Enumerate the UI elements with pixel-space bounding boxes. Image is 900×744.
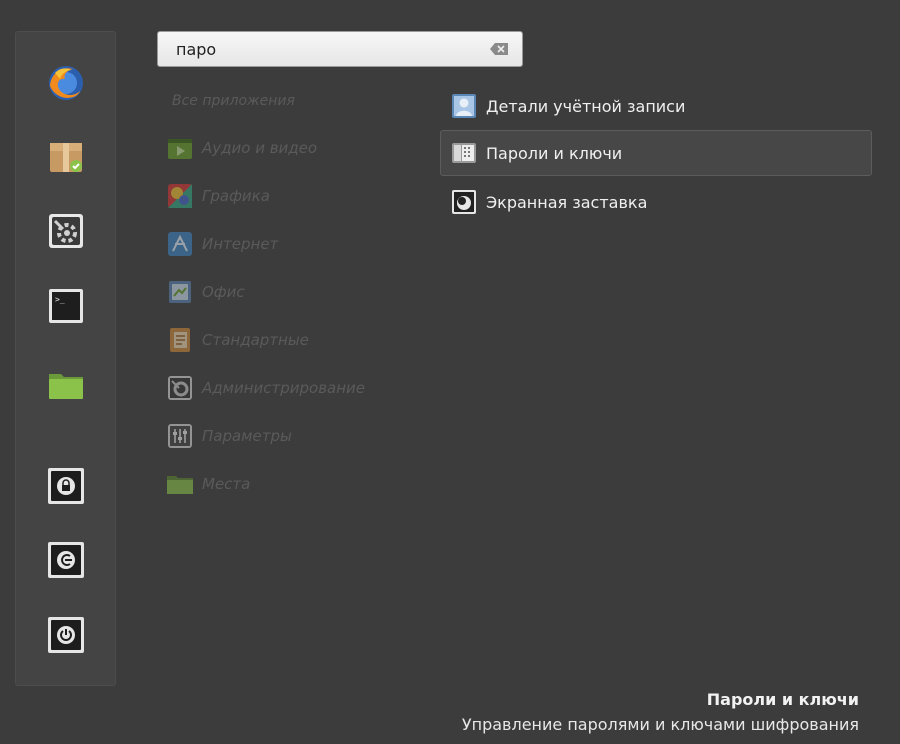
svg-text:>_: >_ — [55, 295, 65, 304]
favorite-files[interactable] — [47, 365, 85, 403]
administration-icon — [166, 374, 194, 402]
selected-app-title: Пароли и ключи — [706, 690, 859, 709]
folder-icon — [49, 374, 83, 399]
firefox-icon — [49, 66, 83, 100]
screensaver-icon — [451, 189, 477, 215]
office-icon — [166, 278, 194, 306]
category-item[interactable]: Интернет — [166, 229, 406, 259]
category-item[interactable]: Администрирование — [166, 373, 406, 403]
logout-icon — [48, 542, 84, 578]
package-manager-icon — [50, 143, 82, 172]
result-passwords-keys[interactable]: Пароли и ключи — [440, 130, 872, 176]
category-all-applications[interactable]: Все приложения — [172, 93, 295, 109]
category-item[interactable]: Параметры — [166, 421, 406, 451]
power-icon — [48, 617, 84, 653]
search-input[interactable] — [176, 32, 476, 66]
search-box[interactable] — [157, 31, 523, 67]
places-folder-icon — [166, 470, 194, 498]
internet-icon — [166, 230, 194, 258]
selected-app-description: Управление паролями и ключами шифрования — [461, 715, 859, 734]
category-item[interactable]: Стандартные — [166, 325, 406, 355]
application-menu: >_ паро Все приложения Аудио и видео Гра… — [0, 0, 900, 744]
system-settings-icon — [49, 214, 83, 248]
result-user-account[interactable]: Детали учётной записи — [440, 83, 872, 129]
favorite-terminal[interactable]: >_ — [47, 287, 85, 325]
category-item[interactable]: Аудио и видео — [166, 133, 406, 163]
logout-button[interactable] — [47, 541, 85, 579]
favorite-system-settings[interactable] — [47, 212, 85, 250]
favorite-package-manager[interactable] — [47, 138, 85, 176]
favorites-sidebar: >_ — [15, 31, 116, 686]
accessories-icon — [166, 326, 194, 354]
lock-icon — [48, 468, 84, 504]
category-item[interactable]: Графика — [166, 181, 406, 211]
shutdown-button[interactable] — [47, 616, 85, 654]
clear-search-icon[interactable] — [489, 42, 509, 56]
lock-screen-button[interactable] — [47, 467, 85, 505]
result-screensaver[interactable]: Экранная заставка — [440, 179, 872, 225]
terminal-icon: >_ — [49, 289, 83, 323]
multimedia-icon — [166, 134, 194, 162]
graphics-icon — [166, 182, 194, 210]
passwords-keys-icon — [451, 140, 477, 166]
favorite-firefox[interactable] — [47, 64, 85, 102]
preferences-icon — [166, 422, 194, 450]
category-item[interactable]: Офис — [166, 277, 406, 307]
user-account-icon — [451, 93, 477, 119]
category-item[interactable]: Места — [166, 469, 406, 499]
